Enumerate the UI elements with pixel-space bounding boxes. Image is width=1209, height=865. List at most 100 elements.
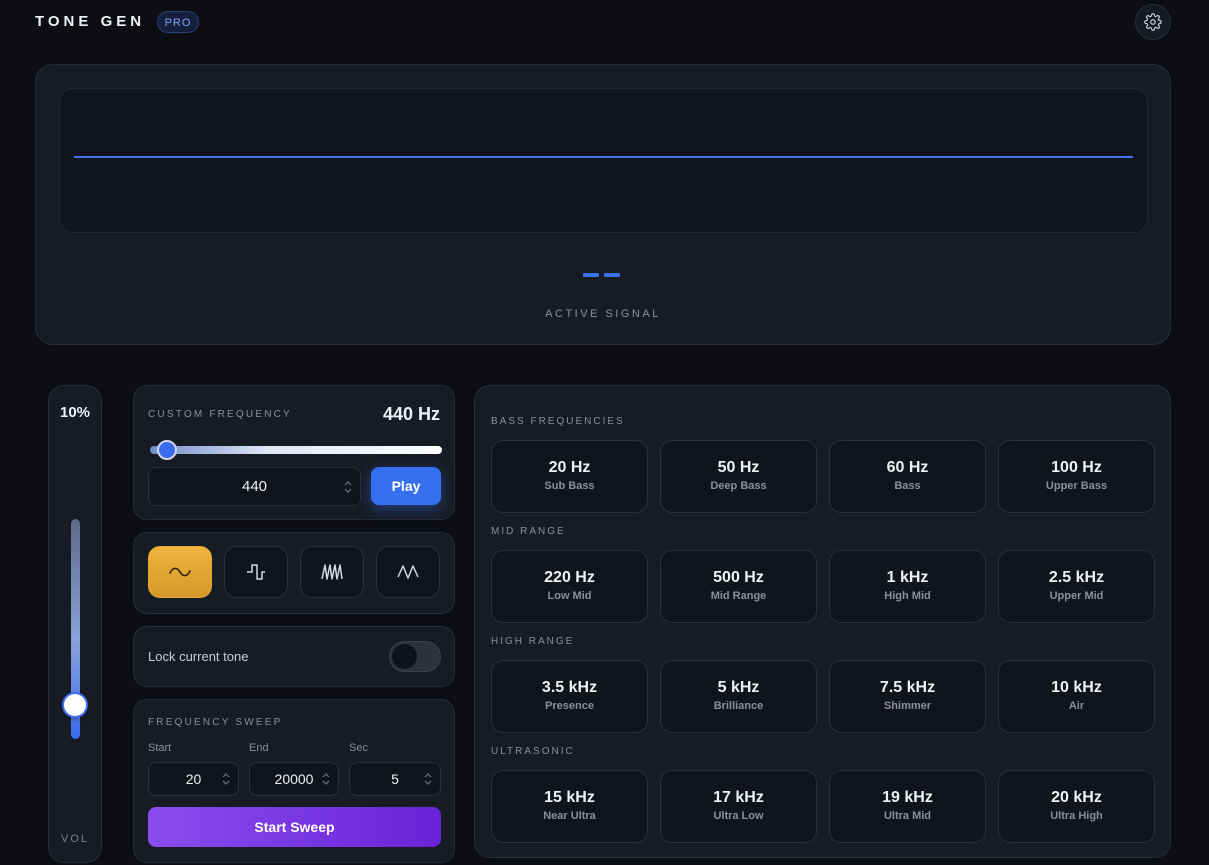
lock-tone-label: Lock current tone bbox=[148, 649, 249, 664]
preset-frequency: 60 Hz bbox=[886, 459, 929, 476]
preset-name: Low Mid bbox=[547, 590, 592, 602]
preset-name: Ultra Mid bbox=[883, 810, 932, 822]
preset-button[interactable]: 2.5 kHz Upper Mid bbox=[998, 550, 1155, 623]
preset-frequency: 50 Hz bbox=[717, 459, 760, 476]
preset-name: Sub Bass bbox=[544, 480, 595, 492]
triangle-wave-icon bbox=[397, 565, 419, 579]
sweep-end-input[interactable]: 20000 bbox=[249, 762, 339, 796]
preset-button[interactable]: 1 kHz High Mid bbox=[829, 550, 986, 623]
preset-frequency: 7.5 kHz bbox=[879, 679, 936, 696]
preset-button[interactable]: 15 kHz Near Ultra bbox=[491, 770, 648, 843]
section-caption-high: HIGH RANGE bbox=[491, 636, 575, 647]
waveform-trace bbox=[74, 156, 1133, 158]
preset-name: Presence bbox=[545, 700, 594, 712]
sweep-start-label: Start bbox=[148, 742, 172, 754]
play-button[interactable]: Play bbox=[371, 467, 441, 505]
section-caption-mid: MID RANGE bbox=[491, 526, 566, 537]
sweep-caption: FREQUENCY SWEEP bbox=[148, 717, 283, 728]
preset-frequency: 15 kHz bbox=[544, 789, 595, 806]
preset-frequency: 17 kHz bbox=[713, 789, 764, 806]
frequency-readout: 440 Hz bbox=[382, 404, 440, 424]
preset-frequency: 3.5 kHz bbox=[541, 679, 598, 696]
frequency-input-value: 440 bbox=[241, 478, 268, 495]
sweep-sec-label: Sec bbox=[349, 742, 368, 754]
active-signal-label: ACTIVE SIGNAL bbox=[545, 308, 661, 320]
preset-button[interactable]: 60 Hz Bass bbox=[829, 440, 986, 513]
gear-icon bbox=[1144, 13, 1162, 31]
volume-panel: 10% VOL bbox=[48, 385, 102, 863]
preset-frequency: 20 Hz bbox=[548, 459, 591, 476]
sine-wave-icon bbox=[169, 567, 191, 577]
pro-badge: PRO bbox=[157, 11, 199, 33]
stepper-icon[interactable] bbox=[322, 772, 330, 786]
preset-button[interactable]: 5 kHz Brilliance bbox=[660, 660, 817, 733]
frequency-slider-handle[interactable] bbox=[157, 440, 177, 460]
settings-button[interactable] bbox=[1135, 4, 1171, 40]
stepper-icon[interactable] bbox=[344, 480, 352, 494]
sweep-start-input[interactable]: 20 bbox=[148, 762, 239, 796]
preset-name: Bass bbox=[894, 480, 921, 492]
preset-button[interactable]: 3.5 kHz Presence bbox=[491, 660, 648, 733]
square-wave-icon bbox=[247, 564, 265, 580]
lock-tone-toggle[interactable] bbox=[389, 641, 441, 672]
section-caption-ultrasonic: ULTRASONIC bbox=[491, 746, 575, 757]
sweep-sec-value: 5 bbox=[391, 771, 399, 787]
preset-frequency: 1 kHz bbox=[886, 569, 929, 586]
volume-label: VOL bbox=[60, 833, 89, 845]
custom-frequency-caption: CUSTOM FREQUENCY bbox=[148, 409, 292, 420]
preset-name: Upper Bass bbox=[1045, 480, 1108, 492]
preset-button[interactable]: 7.5 kHz Shimmer bbox=[829, 660, 986, 733]
signal-visualizer: ACTIVE SIGNAL bbox=[35, 64, 1171, 345]
lock-tone-panel: Lock current tone bbox=[133, 626, 455, 687]
preset-name: Air bbox=[1068, 700, 1085, 712]
volume-percent: 10% bbox=[59, 404, 91, 421]
preset-name: Brilliance bbox=[713, 700, 764, 712]
preset-frequency: 10 kHz bbox=[1051, 679, 1102, 696]
preset-button[interactable]: 100 Hz Upper Bass bbox=[998, 440, 1155, 513]
preset-frequency: 20 kHz bbox=[1051, 789, 1102, 806]
preset-frequency: 19 kHz bbox=[882, 789, 933, 806]
preset-name: Ultra Low bbox=[713, 810, 764, 822]
waveform-selector bbox=[133, 532, 455, 614]
triangle-wave-button[interactable] bbox=[376, 546, 440, 598]
sweep-sec-input[interactable]: 5 bbox=[349, 762, 441, 796]
preset-button[interactable]: 220 Hz Low Mid bbox=[491, 550, 648, 623]
preset-frequency: 220 Hz bbox=[544, 569, 595, 586]
section-caption-bass: BASS FREQUENCIES bbox=[491, 416, 625, 427]
stepper-icon[interactable] bbox=[222, 772, 230, 786]
preset-name: Upper Mid bbox=[1049, 590, 1104, 602]
preset-name: Near Ultra bbox=[543, 810, 596, 822]
frequency-slider-track[interactable] bbox=[150, 446, 442, 454]
frequency-input[interactable]: 440 bbox=[148, 467, 361, 506]
preset-frequency: 100 Hz bbox=[1051, 459, 1102, 476]
app-title: TONE GEN bbox=[35, 13, 146, 30]
sine-wave-button[interactable] bbox=[148, 546, 212, 598]
preset-button[interactable]: 19 kHz Ultra Mid bbox=[829, 770, 986, 843]
preset-panel: BASS FREQUENCIES 20 Hz Sub Bass 50 Hz Deep… bbox=[474, 385, 1171, 858]
sawtooth-wave-icon bbox=[321, 564, 343, 580]
preset-button[interactable]: 500 Hz Mid Range bbox=[660, 550, 817, 623]
preset-button[interactable]: 17 kHz Ultra Low bbox=[660, 770, 817, 843]
waveform-display bbox=[59, 88, 1148, 233]
preset-frequency: 500 Hz bbox=[713, 569, 764, 586]
preset-button[interactable]: 20 Hz Sub Bass bbox=[491, 440, 648, 513]
preset-button[interactable]: 10 kHz Air bbox=[998, 660, 1155, 733]
preset-name: Shimmer bbox=[883, 700, 932, 712]
frequency-sweep-panel: FREQUENCY SWEEP Start End Sec 20 20000 5… bbox=[133, 699, 455, 863]
preset-name: High Mid bbox=[884, 590, 931, 602]
preset-button[interactable]: 50 Hz Deep Bass bbox=[660, 440, 817, 513]
preset-button[interactable]: 20 kHz Ultra High bbox=[998, 770, 1155, 843]
sweep-end-value: 20000 bbox=[274, 771, 314, 787]
preset-frequency: 2.5 kHz bbox=[1048, 569, 1105, 586]
sweep-start-value: 20 bbox=[185, 771, 202, 787]
preset-frequency: 5 kHz bbox=[717, 679, 760, 696]
volume-slider-handle[interactable] bbox=[64, 694, 86, 716]
toggle-knob bbox=[392, 644, 417, 669]
stepper-icon[interactable] bbox=[424, 772, 432, 786]
custom-frequency-panel: CUSTOM FREQUENCY 440 Hz 440 Play bbox=[133, 385, 455, 520]
start-sweep-button[interactable]: Start Sweep bbox=[148, 807, 441, 847]
sweep-end-label: End bbox=[249, 742, 269, 754]
square-wave-button[interactable] bbox=[224, 546, 288, 598]
preset-name: Mid Range bbox=[710, 590, 767, 602]
sawtooth-wave-button[interactable] bbox=[300, 546, 364, 598]
